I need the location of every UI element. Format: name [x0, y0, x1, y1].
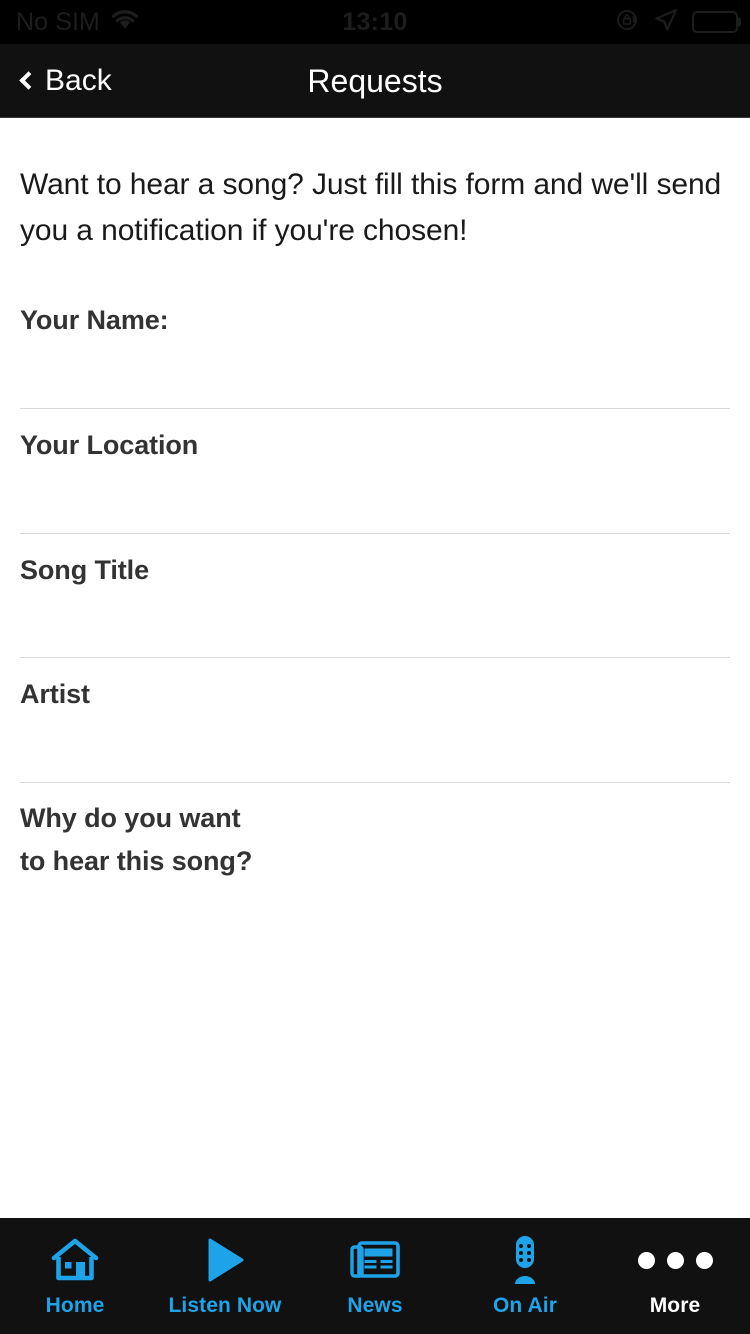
carrier-label: No SIM: [16, 7, 100, 36]
field-label: Your Name:: [20, 304, 169, 335]
navigation-bar: Back Requests: [0, 44, 750, 118]
artist-input[interactable]: [20, 718, 730, 783]
location-arrow-icon: [653, 7, 679, 38]
back-button[interactable]: Back: [18, 60, 116, 102]
tab-label: Home: [45, 1294, 105, 1317]
app-screen: No SIM 13:10 Back Requests Want to hear …: [0, 0, 750, 1334]
home-icon: [49, 1234, 101, 1286]
tab-more[interactable]: More: [600, 1234, 750, 1334]
field-label: Song Title: [20, 554, 150, 585]
newspaper-icon: [349, 1234, 401, 1286]
field-label: Your Location: [20, 429, 199, 460]
tab-label: News: [347, 1294, 403, 1317]
battery-full-icon: [692, 11, 741, 33]
ellipsis-icon: [637, 1234, 713, 1286]
tab-on-air[interactable]: On Air: [450, 1234, 600, 1334]
rotation-lock-icon: [616, 8, 640, 37]
tab-label: More: [649, 1294, 701, 1317]
form-field-your-name: Your Name:: [0, 284, 750, 409]
chevron-left-icon: [19, 70, 38, 90]
back-button-label: Back: [45, 63, 112, 97]
intro-text: Want to hear a song? Just fill this form…: [20, 168, 722, 247]
status-bar-left: No SIM: [16, 0, 140, 44]
main-content: Want to hear a song? Just fill this form…: [0, 118, 750, 1218]
your-name-input[interactable]: [20, 343, 730, 408]
field-label: Artist: [20, 679, 90, 710]
form-field-song-title: Song Title: [0, 534, 750, 659]
tab-listen-now[interactable]: Listen Now: [150, 1234, 300, 1334]
tab-news[interactable]: News: [300, 1234, 450, 1334]
tab-label: On Air: [493, 1294, 557, 1317]
tab-bar: Home Listen Now News On Air More: [0, 1218, 750, 1334]
status-bar: No SIM 13:10: [0, 0, 750, 44]
play-icon: [202, 1234, 248, 1286]
request-form: Your Name: Your Location Song Title Arti…: [0, 284, 750, 947]
microphone-icon: [505, 1234, 545, 1286]
tab-label: Listen Now: [168, 1294, 282, 1317]
your-location-input[interactable]: [20, 468, 730, 533]
status-bar-right: [616, 0, 741, 44]
form-field-reason: Why do you want to hear this song?: [0, 783, 750, 947]
field-label: Why do you want to hear this song?: [20, 803, 253, 876]
form-field-artist: Artist: [0, 658, 750, 784]
clock-label: 13:10: [342, 7, 408, 36]
song-title-input[interactable]: [20, 593, 730, 658]
tab-home[interactable]: Home: [0, 1234, 150, 1334]
reason-input[interactable]: [20, 882, 730, 947]
form-field-your-location: Your Location: [0, 409, 750, 534]
wifi-icon: [110, 9, 140, 36]
